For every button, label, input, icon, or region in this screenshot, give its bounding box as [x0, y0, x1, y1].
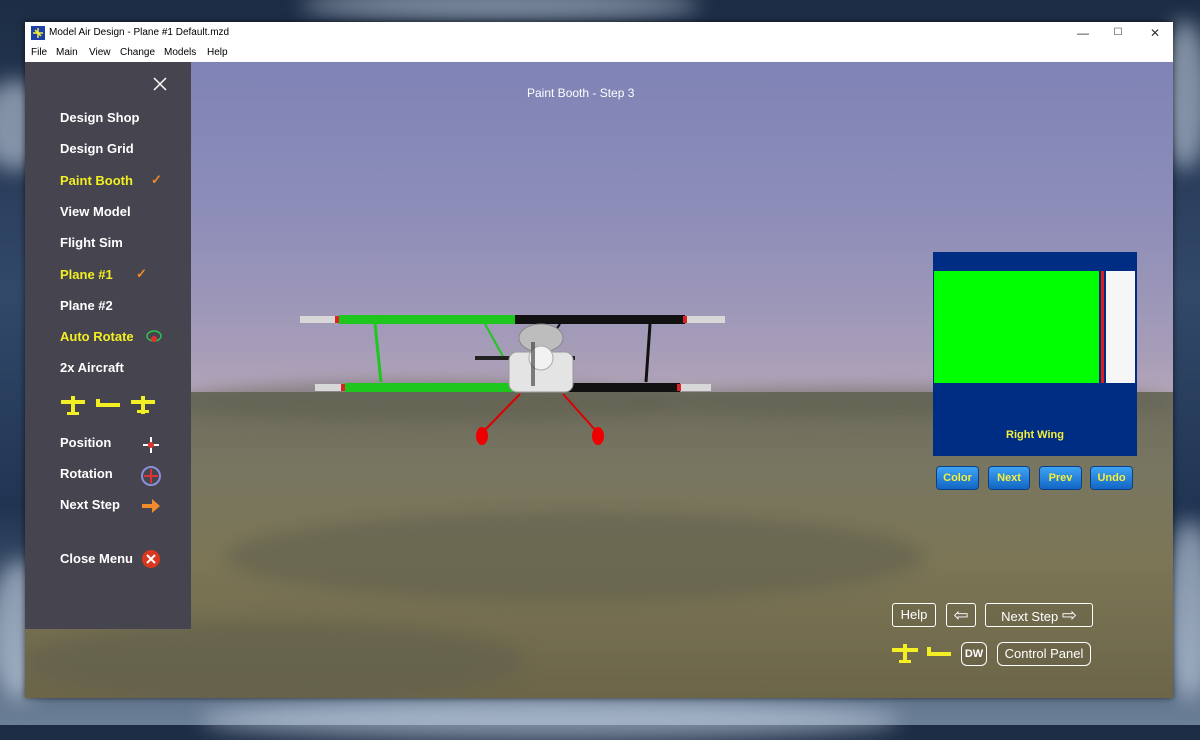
lower-wing-left-tip	[315, 384, 345, 391]
upper-wing-right-stripe	[683, 316, 687, 323]
upper-wing-left-tip	[300, 316, 340, 323]
menu-view-model[interactable]: View Model	[60, 204, 131, 219]
desktop-cloud	[200, 700, 900, 740]
menu-bar: File Main View Change Models Help	[25, 44, 1173, 62]
paint-preview-panel: Right Wing	[933, 252, 1137, 456]
terrain-hill	[25, 622, 525, 698]
biplane-model[interactable]	[295, 302, 735, 462]
menu-close-menu[interactable]: Close Menu	[60, 551, 133, 566]
lower-wing-left-stripe	[341, 384, 345, 391]
upper-wing-left	[339, 315, 517, 324]
window-title: Model Air Design - Plane #1 Default.mzd	[49, 27, 230, 38]
menu-help[interactable]: Help	[207, 47, 228, 58]
desktop-cloud	[300, 0, 700, 20]
plane-side-view-icon[interactable]	[925, 646, 953, 660]
color-button[interactable]: Color	[937, 467, 978, 489]
prev-part-button[interactable]: Prev	[1040, 467, 1081, 489]
menu-rotation[interactable]: Rotation	[60, 466, 113, 481]
menu-plane-2[interactable]: Plane #2	[60, 298, 113, 313]
menu-next-step[interactable]: Next Step	[60, 497, 120, 512]
check-icon: ✓	[151, 172, 162, 187]
menu-auto-rotate[interactable]: Auto Rotate	[60, 329, 134, 344]
maximize-button[interactable]: ☐	[1100, 22, 1136, 44]
menu-2x-aircraft[interactable]: 2x Aircraft	[60, 360, 124, 375]
menu-file[interactable]: File	[31, 47, 47, 58]
terrain-hill	[225, 512, 925, 602]
menu-paint-booth[interactable]: Paint Booth	[60, 173, 133, 188]
auto-rotate-icon[interactable]	[145, 328, 163, 344]
wheel-right	[592, 427, 604, 445]
menu-models[interactable]: Models	[164, 47, 196, 58]
menu-change[interactable]: Change	[120, 47, 155, 58]
side-menu: Design Shop Design Grid Paint Booth ✓ Vi…	[25, 62, 191, 629]
plane-side-view-icon[interactable]	[94, 398, 122, 412]
arrow-right-icon[interactable]	[141, 498, 161, 514]
menu-plane-1[interactable]: Plane #1	[60, 267, 113, 282]
viewport-title: Paint Booth - Step 3	[527, 86, 635, 100]
strut-right	[644, 323, 652, 383]
gear-right	[562, 393, 598, 433]
gear-left	[482, 393, 521, 433]
undo-button[interactable]: Undo	[1091, 467, 1132, 489]
propeller	[531, 342, 535, 386]
app-logo-icon	[31, 26, 45, 40]
upper-wing-right	[515, 315, 685, 324]
upper-wing-left-stripe	[335, 316, 339, 323]
lower-wing-right-stripe	[677, 384, 681, 391]
close-menu-x-icon[interactable]	[152, 76, 168, 92]
plane-front-view-icon[interactable]	[60, 394, 86, 416]
next-step-label: Next Step	[1001, 609, 1059, 624]
next-arrow-icon: ⇨	[1061, 605, 1077, 625]
check-icon: ✓	[136, 266, 147, 281]
wheel-left	[476, 427, 488, 445]
app-window: Model Air Design - Plane #1 Default.mzd …	[25, 22, 1173, 698]
wing-stripe-swatch[interactable]	[1101, 271, 1104, 383]
menu-flight-sim[interactable]: Flight Sim	[60, 235, 123, 250]
wing-color-swatch[interactable]	[934, 271, 1099, 383]
dw-button[interactable]: DW	[961, 642, 987, 666]
rotation-icon[interactable]	[139, 464, 163, 488]
next-step-button[interactable]: Next Step ⇨	[985, 603, 1093, 627]
back-arrow-button[interactable]: ⇦	[946, 603, 976, 627]
menu-position[interactable]: Position	[60, 435, 111, 450]
lower-wing-right-tip	[681, 384, 711, 391]
3d-viewport[interactable]: Paint Booth - Step 3 Design Shop Design …	[25, 62, 1173, 698]
lower-wing-left	[345, 383, 515, 392]
menu-design-shop[interactable]: Design Shop	[60, 110, 139, 125]
menu-view[interactable]: View	[89, 47, 111, 58]
upper-wing-right-tip	[687, 316, 725, 323]
position-move-icon[interactable]	[141, 435, 161, 455]
paint-part-label: Right Wing	[1006, 429, 1064, 441]
menu-design-grid[interactable]: Design Grid	[60, 141, 134, 156]
wing-tip-swatch[interactable]	[1106, 271, 1135, 383]
plane-top-view-icon[interactable]	[130, 394, 156, 416]
close-window-button[interactable]: ✕	[1137, 22, 1173, 44]
cabane-left	[484, 323, 506, 361]
close-circle-icon[interactable]	[141, 549, 161, 569]
minimize-button[interactable]: —	[1065, 22, 1101, 44]
control-panel-button[interactable]: Control Panel	[997, 642, 1091, 666]
menu-main[interactable]: Main	[56, 47, 78, 58]
plane-front-view-icon[interactable]	[891, 642, 919, 664]
strut-left	[373, 323, 383, 383]
title-bar: Model Air Design - Plane #1 Default.mzd …	[25, 22, 1173, 44]
next-part-button[interactable]: Next	[989, 467, 1029, 489]
help-button[interactable]: Help	[892, 603, 936, 627]
